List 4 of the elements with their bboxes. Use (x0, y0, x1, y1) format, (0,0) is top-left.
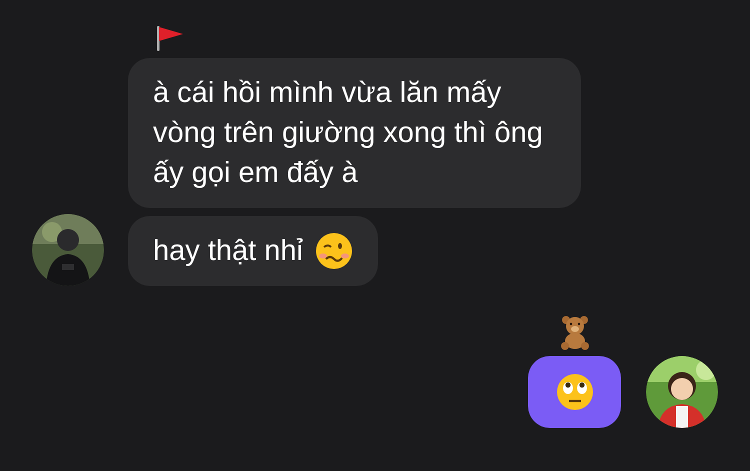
message-text: à cái hồi mình vừa lăn mấy vòng trên giường xong thì ông ấy gọi em đấy à (153, 76, 544, 191)
woozy-face-icon (314, 232, 353, 270)
message-text: hay thật nhỉ (153, 234, 303, 269)
eye-roll-face-icon (556, 373, 594, 411)
